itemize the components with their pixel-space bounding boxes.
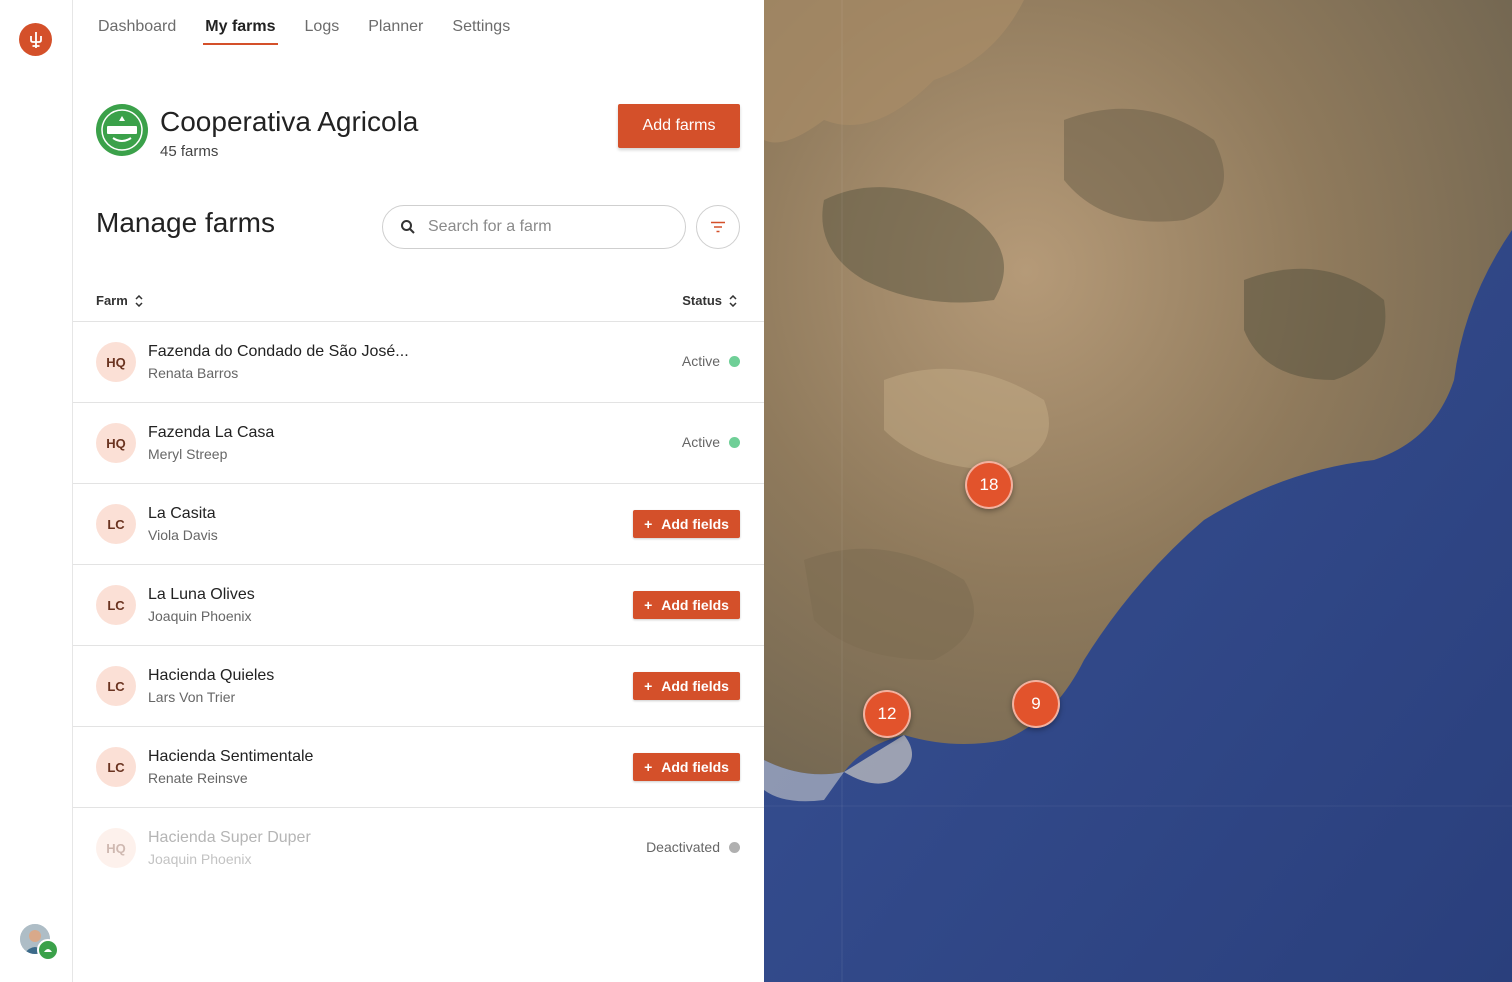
satellite-map[interactable]: 18 12 9	[764, 0, 1512, 982]
column-header-farm: Farm	[96, 293, 128, 308]
farm-name: Hacienda Sentimentale	[148, 748, 314, 765]
org-farm-count: 45 farms	[160, 143, 219, 160]
filter-button[interactable]	[696, 205, 740, 249]
farm-avatar: HQ	[96, 342, 136, 382]
nav-my-farms[interactable]: My farms	[203, 18, 278, 45]
farm-avatar: LC	[96, 585, 136, 625]
table-row[interactable]: LC La Luna Olives Joaquin Phoenix + Add …	[73, 565, 764, 646]
table-row[interactable]: HQ Fazenda La Casa Meryl Streep Active	[73, 403, 764, 484]
table-header: Farm Status	[73, 282, 764, 322]
farm-name: Hacienda Quieles	[148, 667, 275, 684]
status-label: Active	[681, 434, 720, 450]
nav-planner[interactable]: Planner	[368, 18, 423, 45]
farm-owner: Viola Davis	[148, 527, 218, 543]
add-fields-button[interactable]: + Add fields	[633, 591, 740, 619]
cluster-marker[interactable]: 18	[965, 461, 1013, 509]
farm-owner: Joaquin Phoenix	[148, 851, 252, 867]
farm-name: Hacienda Super Duper	[148, 829, 311, 846]
farm-avatar: HQ	[96, 828, 136, 868]
org-badge-icon	[37, 939, 59, 961]
status-badge: Active	[682, 434, 740, 450]
farm-owner: Renata Barros	[148, 365, 239, 381]
top-nav: Dashboard My farms Logs Planner Settings	[98, 18, 539, 45]
table-row[interactable]: LC Hacienda Sentimentale Renate Reinsve …	[73, 727, 764, 808]
farms-panel: Dashboard My farms Logs Planner Settings…	[73, 0, 764, 982]
farm-owner: Joaquin Phoenix	[148, 608, 252, 624]
status-dot-icon	[729, 355, 740, 367]
farm-name: Fazenda La Casa	[148, 424, 275, 441]
search-icon	[401, 220, 415, 234]
plus-icon: +	[644, 678, 653, 694]
farm-name: La Casita	[148, 505, 216, 522]
table-row[interactable]: LC La Casita Viola Davis + Add fields	[73, 484, 764, 565]
farm-owner: Renate Reinsve	[148, 770, 248, 786]
org-logo	[96, 104, 148, 156]
sort-icon	[729, 294, 737, 307]
farm-owner: Lars Von Trier	[148, 689, 236, 705]
farm-list: HQ Fazenda do Condado de São José... Ren…	[73, 322, 764, 889]
add-fields-label: Add fields	[661, 678, 729, 694]
farm-avatar: HQ	[96, 423, 136, 463]
add-farms-button[interactable]: Add farms	[618, 104, 740, 148]
cluster-marker[interactable]: 9	[1012, 680, 1060, 728]
farm-avatar: LC	[96, 504, 136, 544]
status-badge: Active	[682, 353, 740, 369]
status-badge: Deactivated	[646, 839, 740, 855]
app-sidebar	[0, 0, 73, 982]
status-dot-icon	[729, 436, 740, 448]
nav-settings[interactable]: Settings	[452, 18, 510, 45]
cluster-marker[interactable]: 12	[863, 690, 911, 738]
add-fields-button[interactable]: + Add fields	[633, 510, 740, 538]
farm-avatar: LC	[96, 666, 136, 706]
org-name: Cooperativa Agricola	[160, 106, 419, 137]
filter-icon	[711, 221, 725, 233]
page-title: Manage farms	[96, 207, 275, 238]
farm-avatar: LC	[96, 747, 136, 787]
farm-name: Fazenda do Condado de São José...	[148, 343, 409, 360]
add-fields-label: Add fields	[661, 759, 729, 775]
plus-icon: +	[644, 597, 653, 613]
plus-icon: +	[644, 759, 653, 775]
add-fields-label: Add fields	[661, 516, 729, 532]
table-row[interactable]: HQ Fazenda do Condado de São José... Ren…	[73, 322, 764, 403]
farm-name: La Luna Olives	[148, 586, 255, 603]
status-label: Deactivated	[646, 839, 720, 855]
sort-icon	[135, 294, 143, 307]
nav-dashboard[interactable]: Dashboard	[98, 18, 176, 45]
add-fields-label: Add fields	[661, 597, 729, 613]
sort-by-status[interactable]: Status	[682, 293, 737, 308]
table-row[interactable]: LC Hacienda Quieles Lars Von Trier + Add…	[73, 646, 764, 727]
table-row[interactable]: HQ Hacienda Super Duper Joaquin Phoenix …	[73, 808, 764, 889]
app-logo-icon[interactable]	[19, 23, 52, 56]
plus-icon: +	[644, 516, 653, 532]
status-label: Active	[681, 353, 720, 369]
search-input[interactable]	[428, 218, 668, 236]
sort-by-farm[interactable]: Farm	[96, 293, 143, 308]
status-dot-icon	[729, 841, 740, 853]
add-fields-button[interactable]: + Add fields	[633, 672, 740, 700]
map-terrain	[764, 0, 1512, 982]
column-header-status: Status	[682, 293, 722, 308]
search-box	[382, 205, 686, 249]
nav-logs[interactable]: Logs	[305, 18, 340, 45]
farm-owner: Meryl Streep	[148, 446, 228, 462]
add-fields-button[interactable]: + Add fields	[633, 753, 740, 781]
